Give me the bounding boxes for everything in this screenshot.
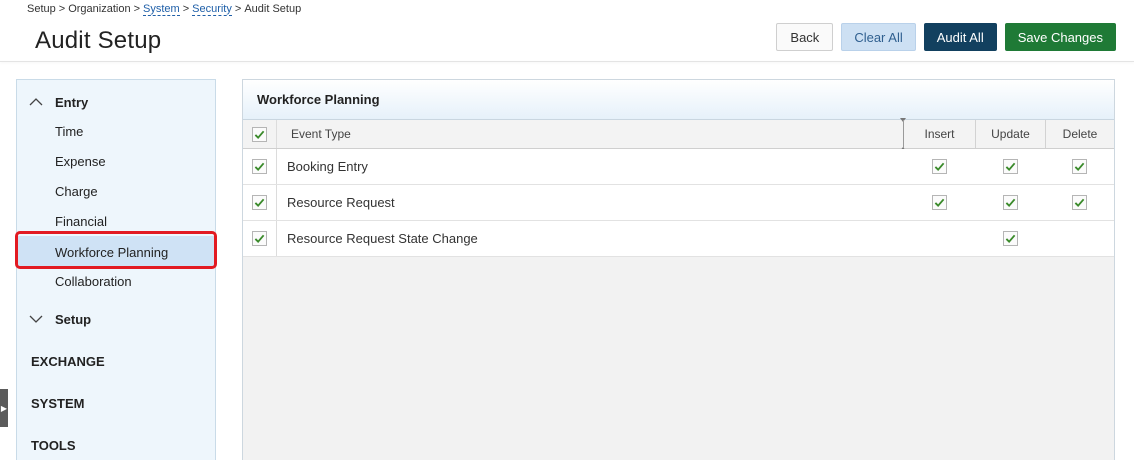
sidebar-item-collaboration[interactable]: Collaboration [17, 268, 215, 294]
checkmark-icon [254, 130, 265, 139]
event-type-cell: Booking Entry [287, 159, 368, 174]
sidebar-group-label: Setup [55, 311, 92, 327]
table-row[interactable]: Booking Entry [243, 149, 1114, 185]
back-button[interactable]: Back [776, 23, 834, 51]
table-row[interactable]: Resource Request [243, 185, 1114, 221]
delete-cell [1045, 185, 1114, 220]
grid-body: Booking Entry Resource Request Resource Re… [243, 149, 1114, 257]
page-title: Audit Setup [35, 27, 162, 54]
sidebar-section-system[interactable]: SYSTEM [31, 396, 84, 411]
insert-checkbox[interactable] [931, 195, 947, 210]
row-select-cell [243, 185, 277, 220]
sidebar-item-time[interactable]: Time [17, 118, 215, 144]
insert-cell [903, 149, 975, 184]
breadcrumb-separator: > [133, 3, 140, 15]
update-checkbox[interactable] [1002, 159, 1018, 174]
sidebar-group-setup[interactable]: Setup [17, 306, 215, 332]
toolbar: Back Clear All Audit All Save Changes [776, 23, 1116, 51]
checkmark-icon [254, 162, 265, 172]
checkmark-icon [1074, 162, 1085, 172]
event-type-cell: Resource Request State Change [287, 231, 478, 246]
delete-cell [1045, 221, 1114, 256]
insert-cell [903, 221, 975, 256]
update-checkbox[interactable] [1002, 195, 1018, 210]
clear-all-button[interactable]: Clear All [841, 23, 916, 51]
checkmark-icon [1005, 198, 1015, 208]
sidebar-item-charge[interactable]: Charge [17, 178, 215, 204]
update-cell [975, 149, 1045, 184]
update-checkbox[interactable] [1002, 231, 1018, 246]
row-select-checkbox[interactable] [252, 159, 267, 174]
grid-header: Event Type Insert Update Delete [243, 118, 1114, 151]
column-header-insert[interactable]: Insert [903, 120, 975, 148]
sidebar-item-expense[interactable]: Expense [17, 148, 215, 174]
breadcrumb-separator: > [182, 3, 190, 15]
delete-checkbox[interactable] [1072, 195, 1087, 210]
workforce-planning-panel: Workforce Planning Event Type Insert Upd… [242, 79, 1115, 460]
event-grid: Event Type Insert Update Delete Booking … [243, 118, 1114, 257]
sidebar-item-workforce-planning[interactable]: Workforce Planning [17, 236, 215, 268]
event-type-cell: Resource Request [287, 195, 395, 210]
audit-all-button[interactable]: Audit All [923, 23, 997, 51]
row-select-checkbox[interactable] [252, 195, 267, 210]
breadcrumb-audit-setup: Audit Setup [244, 3, 302, 15]
breadcrumb-separator: > [234, 3, 242, 15]
checkmark-icon [934, 198, 944, 208]
sidebar-item-financial[interactable]: Financial [17, 208, 215, 234]
row-select-cell [243, 221, 277, 256]
column-header-event-type[interactable]: Event Type [277, 120, 903, 148]
save-changes-button[interactable]: Save Changes [1004, 23, 1116, 51]
breadcrumb-organization: Organization [68, 3, 131, 15]
breadcrumb-security-link[interactable]: Security [192, 3, 232, 16]
insert-checkbox[interactable] [931, 159, 947, 174]
breadcrumb-separator: > [58, 3, 66, 15]
checkmark-icon [1005, 162, 1015, 172]
sidebar-group-entry[interactable]: Entry [17, 89, 215, 115]
header-check-cell [243, 120, 277, 148]
header-divider [0, 61, 1134, 62]
update-cell [975, 221, 1045, 256]
column-header-update[interactable]: Update [975, 120, 1045, 148]
sidebar-section-exchange[interactable]: EXCHANGE [31, 354, 105, 369]
column-header-delete[interactable]: Delete [1045, 120, 1114, 148]
row-select-checkbox[interactable] [252, 231, 267, 246]
checkmark-icon [254, 234, 265, 244]
chevron-up-icon [29, 98, 49, 106]
insert-cell [903, 185, 975, 220]
sidebar-nav: Entry Time Expense Charge Financial Work… [16, 79, 216, 460]
collapse-handle-icon[interactable]: ▶ [0, 389, 8, 427]
chevron-down-icon [29, 315, 49, 323]
checkmark-icon [934, 162, 944, 172]
sidebar-section-tools[interactable]: TOOLS [31, 438, 76, 453]
delete-cell [1045, 149, 1114, 184]
panel-title: Workforce Planning [243, 80, 1114, 120]
select-all-checkbox[interactable] [252, 126, 267, 142]
update-cell [975, 185, 1045, 220]
checkmark-icon [1074, 198, 1085, 208]
sidebar-group-label: Entry [55, 94, 89, 110]
breadcrumb-setup: Setup [27, 3, 56, 15]
breadcrumb-system-link[interactable]: System [143, 3, 180, 16]
checkmark-icon [1005, 234, 1015, 244]
row-select-cell [243, 149, 277, 184]
breadcrumb: Setup > Organization > System > Security > Audit… [27, 3, 302, 16]
table-row[interactable]: Resource Request State Change [243, 221, 1114, 257]
delete-checkbox[interactable] [1072, 159, 1087, 174]
checkmark-icon [254, 198, 265, 208]
